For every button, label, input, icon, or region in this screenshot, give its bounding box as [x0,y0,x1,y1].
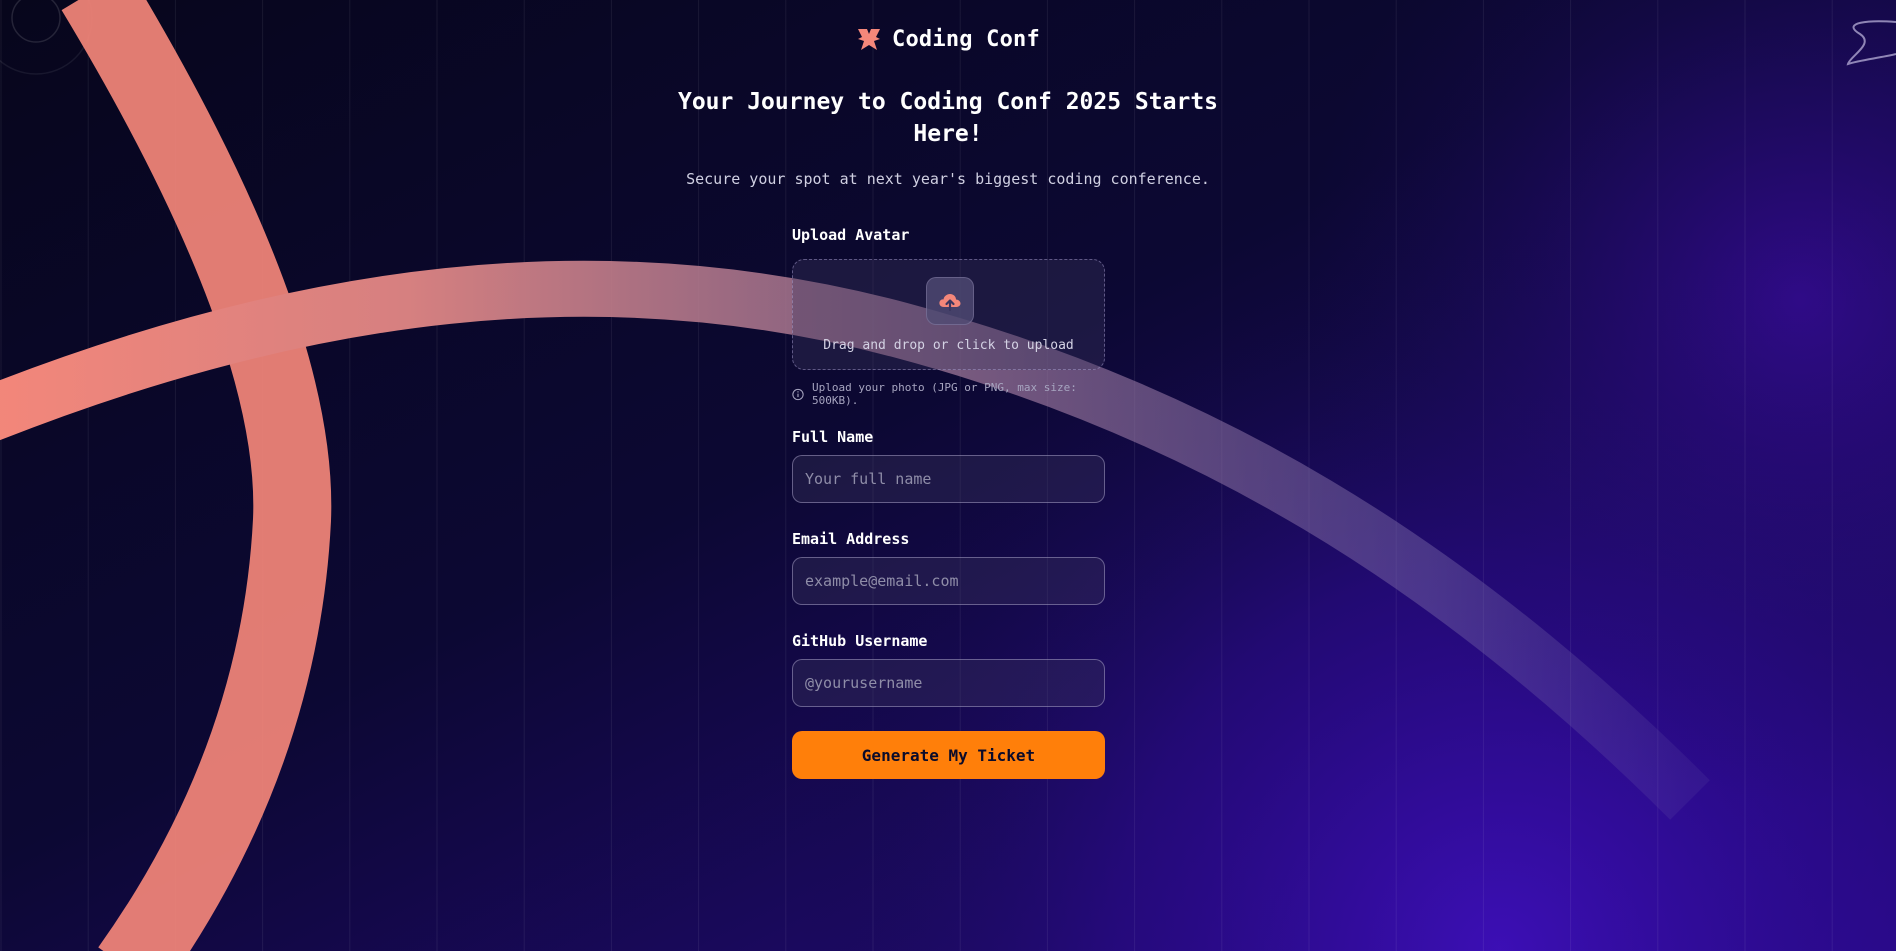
brand-name: Coding Conf [892,26,1040,52]
avatar-dropzone[interactable]: Drag and drop or click to upload [792,259,1105,370]
avatar-label: Upload Avatar [792,226,910,244]
coding-conf-logo-icon [858,29,881,50]
email-field[interactable] [792,557,1105,605]
page-title-text: Your Journey to Coding Conf 2025 Starts … [677,89,1219,147]
page-subtitle: Secure your spot at next year's biggest … [686,170,1210,188]
avatar-hint-text: Upload your photo (JPG or PNG, max size:… [811,381,1077,407]
full-name-field[interactable] [792,455,1105,503]
page-content: Coding Conf Your Journey to Coding Conf … [0,0,1896,951]
registration-form: Upload Avatar Drag and drop or click to … [792,225,1105,779]
brand-logo: Coding Conf [0,26,1896,52]
upload-icon-button[interactable] [926,277,974,325]
upload-cloud-icon [939,294,961,312]
avatar-hint: Upload your photo (JPG or PNG, max size:… [792,381,1105,407]
email-label: Email Address [792,530,910,548]
generate-ticket-button[interactable]: Generate My Ticket [792,731,1105,779]
full-name-label: Full Name [792,428,874,446]
github-label: GitHub Username [792,632,928,650]
dropzone-text: Drag and drop or click to upload [823,338,1074,353]
page-title: Your Journey to Coding Conf 2025 Starts … [0,86,1896,150]
github-username-field[interactable] [792,659,1105,707]
info-icon [792,388,804,400]
